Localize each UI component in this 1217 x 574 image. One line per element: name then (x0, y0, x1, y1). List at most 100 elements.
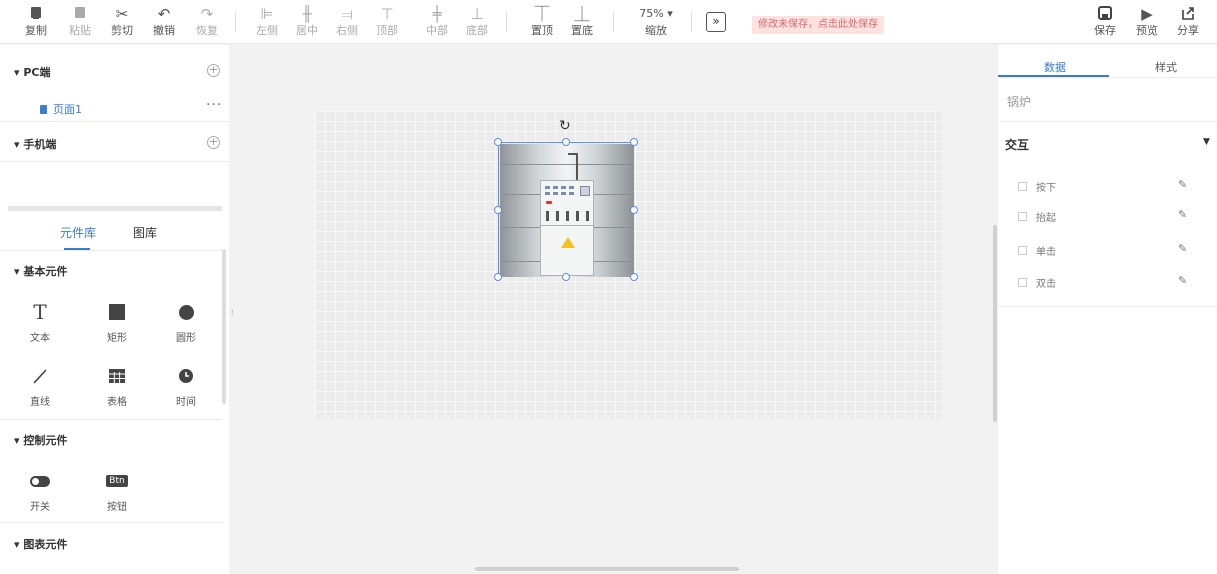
time-component[interactable]: 时间 (166, 363, 206, 408)
line-component[interactable]: 直线 (20, 363, 60, 408)
button-component[interactable]: Btn 按钮 (97, 468, 137, 513)
chart-section-header[interactable]: ▾ 图表元件 (14, 536, 67, 552)
canvas-vertical-scrollbar[interactable] (993, 225, 997, 422)
divider (998, 306, 1217, 307)
add-mobile-page-icon[interactable]: + (207, 136, 220, 149)
toolbar-divider (691, 12, 692, 32)
tab-data[interactable]: 数据 (1044, 59, 1066, 75)
send-bottom-icon: ⏊ (574, 5, 590, 23)
align-middle-button[interactable]: ╪ 中部 (419, 5, 455, 41)
resize-handle[interactable] (494, 206, 502, 214)
line-icon (20, 363, 60, 389)
time-component-label: 时间 (176, 397, 196, 408)
more-icon[interactable]: ··· (206, 97, 222, 113)
tab-components[interactable]: 元件库 (60, 224, 96, 241)
pencil-icon[interactable]: ✎ (1178, 274, 1187, 287)
page-item[interactable]: 页面1 (40, 101, 82, 117)
event-checkbox[interactable] (1018, 182, 1027, 191)
event-row: 单击 ✎ (1018, 242, 1198, 259)
align-top-label: 顶部 (376, 24, 398, 37)
element-name-field[interactable]: 锅炉 (1007, 93, 1031, 110)
resize-handle[interactable] (630, 206, 638, 214)
bring-to-top-button[interactable]: ⏉ 置顶 (524, 5, 560, 41)
align-center-button[interactable]: ╫ 居中 (289, 5, 325, 41)
resize-handle[interactable] (562, 273, 570, 281)
zoom-dropdown[interactable]: 75% ▾ 缩放 (632, 5, 680, 38)
interaction-section-title[interactable]: 交互 (1005, 136, 1029, 153)
copy-icon (18, 5, 54, 23)
paste-button[interactable]: 粘贴 (62, 5, 98, 41)
canvas-horizontal-scrollbar[interactable] (475, 567, 739, 571)
event-checkbox[interactable] (1018, 278, 1027, 287)
event-checkbox[interactable] (1018, 246, 1027, 255)
preview-button[interactable]: ▶ 预览 (1129, 5, 1165, 41)
resize-handle[interactable] (630, 138, 638, 146)
pc-section-header[interactable]: ▾ PC端 (14, 64, 51, 80)
basic-section-header[interactable]: ▾ 基本元件 (14, 263, 67, 279)
boiler-element[interactable] (494, 138, 638, 281)
pc-section-label: PC端 (23, 66, 51, 79)
divider (998, 77, 1217, 78)
align-left-icon: ⊫ (260, 5, 274, 23)
align-left-button[interactable]: ⊫ 左侧 (249, 5, 285, 41)
button-icon: Btn (97, 468, 137, 494)
resize-handle[interactable] (630, 273, 638, 281)
expand-right-icon[interactable]: » (706, 12, 726, 32)
play-icon: ▶ (1141, 5, 1153, 23)
event-label: 抬起 (1036, 213, 1056, 224)
text-component[interactable]: T 文本 (20, 299, 60, 344)
caret-down-icon[interactable]: ▼ (1203, 137, 1210, 147)
collapse-handle-icon[interactable]: ⁞ (231, 308, 234, 317)
undo-button[interactable]: ↶ 撤销 (146, 5, 182, 41)
design-board[interactable]: ↻ (315, 111, 942, 419)
share-button[interactable]: 分享 (1170, 5, 1206, 41)
toggle-icon (20, 468, 60, 494)
send-to-bottom-button[interactable]: ⏊ 置底 (564, 5, 600, 41)
switch-component[interactable]: 开关 (20, 468, 60, 513)
pencil-icon[interactable]: ✎ (1178, 242, 1187, 255)
zoom-value: 75% ▾ (639, 7, 673, 20)
cabinet-red-light (546, 201, 552, 204)
resize-handle[interactable] (494, 273, 502, 281)
align-top-button[interactable]: ⊤ 顶部 (369, 5, 405, 41)
resize-handle[interactable] (494, 138, 502, 146)
unsaved-notice[interactable]: 修改未保存，点击此处保存 (752, 16, 884, 34)
mobile-section-label: 手机端 (23, 138, 57, 151)
redo-button[interactable]: ↷ 恢复 (189, 5, 225, 41)
divider (0, 419, 222, 420)
rect-component[interactable]: 矩形 (97, 299, 137, 344)
align-right-button[interactable]: ⫤ 右侧 (329, 5, 365, 41)
pencil-icon[interactable]: ✎ (1178, 208, 1187, 221)
text-icon: T (20, 299, 60, 325)
rectangle-icon (97, 299, 137, 325)
align-bottom-button[interactable]: ⊥ 底部 (459, 5, 495, 41)
rotate-handle-icon[interactable]: ↻ (559, 118, 571, 134)
tab-gallery[interactable]: 图库 (133, 224, 157, 241)
cabinet-indicator (553, 192, 558, 195)
cabinet-divider (541, 225, 593, 226)
circle-component[interactable]: 圆形 (166, 299, 206, 344)
resize-handle[interactable] (562, 138, 570, 146)
event-row: 按下 ✎ (1018, 178, 1198, 195)
divider (0, 121, 229, 122)
save-label: 保存 (1094, 24, 1116, 37)
library-tabs: 元件库 图库 (0, 211, 229, 251)
copy-button[interactable]: 复制 (18, 5, 54, 41)
left-scrollbar[interactable] (222, 249, 226, 404)
control-section-header[interactable]: ▾ 控制元件 (14, 432, 67, 448)
event-checkbox[interactable] (1018, 212, 1027, 221)
tab-style[interactable]: 样式 (1155, 59, 1177, 75)
save-button[interactable]: 保存 (1087, 5, 1123, 41)
table-component[interactable]: 表格 (97, 363, 137, 408)
boiler-pipe (568, 153, 578, 181)
page-label: 页面1 (53, 103, 82, 116)
toolbar: 复制 粘贴 ✂ 剪切 ↶ 撤销 ↷ 恢复 ⊫ 左侧 ╫ 居中 ⫤ 右侧 ⊤ 顶部… (0, 0, 1217, 44)
cabinet-indicator (545, 192, 550, 195)
cut-button[interactable]: ✂ 剪切 (104, 5, 140, 41)
add-page-icon[interactable]: + (207, 64, 220, 77)
cut-label: 剪切 (111, 24, 133, 37)
copy-label: 复制 (25, 24, 47, 37)
pencil-icon[interactable]: ✎ (1178, 178, 1187, 191)
button-component-label: 按钮 (107, 502, 127, 513)
mobile-section-header[interactable]: ▾ 手机端 (14, 136, 56, 152)
